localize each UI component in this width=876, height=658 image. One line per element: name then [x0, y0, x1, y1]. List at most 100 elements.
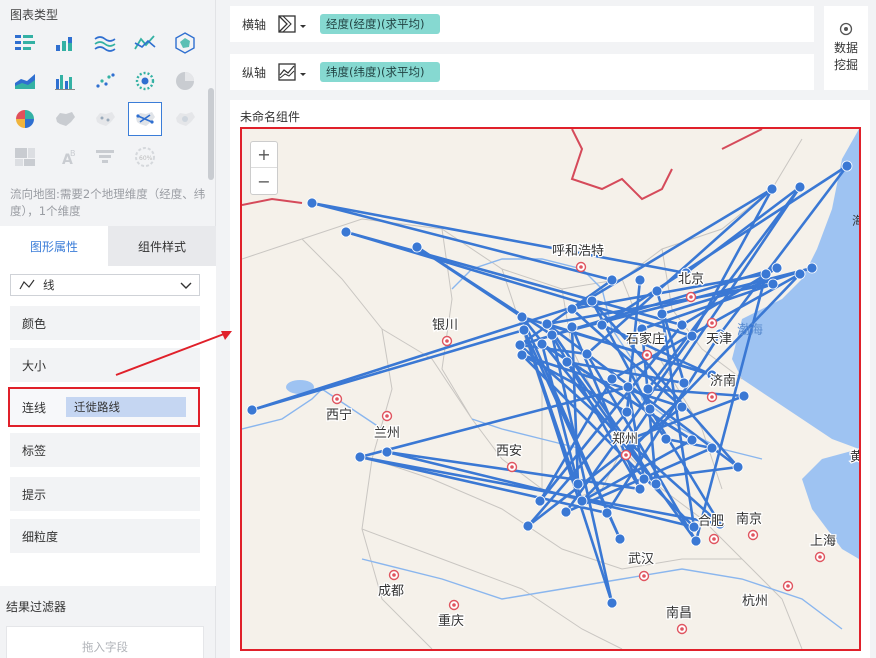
prop-size[interactable]: 大小 [10, 348, 200, 382]
route-point[interactable] [306, 197, 318, 209]
prop-color[interactable]: 颜色 [10, 306, 200, 340]
route-point[interactable] [794, 268, 806, 280]
route-point[interactable] [622, 381, 634, 393]
route-point[interactable] [354, 451, 366, 463]
line-type-select[interactable]: 线 [10, 274, 200, 296]
route-point[interactable] [340, 226, 352, 238]
route-point[interactable] [518, 324, 530, 336]
route-point[interactable] [650, 478, 662, 490]
route-point[interactable] [771, 262, 783, 274]
prop-granularity[interactable]: 细粒度 [10, 519, 200, 553]
route-point[interactable] [794, 181, 806, 193]
y-axis-type-button[interactable] [276, 57, 320, 87]
route-point[interactable] [634, 483, 646, 495]
route-point[interactable] [686, 434, 698, 446]
line-chart-icon[interactable] [128, 26, 162, 60]
route-point[interactable] [522, 520, 534, 532]
route-point[interactable] [606, 597, 618, 609]
route-point[interactable] [601, 507, 613, 519]
flow-map[interactable]: 呼和浩特 北京 天津 石家庄 济南 银川 西宁 兰州 西安 郑州 合肥 南京 上海 武汉 成都 重庆 南昌 杭州 渤… [240, 127, 861, 651]
route-point[interactable] [576, 495, 588, 507]
route-point[interactable] [676, 319, 688, 331]
route-point[interactable] [541, 318, 553, 330]
route-point[interactable] [566, 321, 578, 333]
route-point[interactable] [766, 183, 778, 195]
route-point[interactable] [738, 390, 750, 402]
route-point[interactable] [676, 401, 688, 413]
tab-graphic-properties[interactable]: 图形属性 [0, 226, 108, 266]
route-point[interactable] [686, 330, 698, 342]
route-point[interactable] [690, 535, 702, 547]
route-point[interactable] [546, 329, 558, 341]
route-point[interactable] [566, 303, 578, 315]
route-point[interactable] [642, 383, 654, 395]
donut-icon[interactable] [8, 102, 42, 136]
prop-tooltip[interactable]: 提示 [10, 477, 200, 511]
route-point[interactable] [411, 241, 423, 253]
route-point[interactable] [516, 311, 528, 323]
grouped-table-icon[interactable] [8, 26, 42, 60]
route-point[interactable] [656, 308, 668, 320]
route-point[interactable] [634, 274, 646, 286]
route-point[interactable] [606, 274, 618, 286]
route-point[interactable] [841, 160, 853, 172]
bubble-icon[interactable] [128, 64, 162, 98]
route-point[interactable] [706, 442, 718, 454]
region-map-icon[interactable] [48, 102, 82, 136]
route-point[interactable] [586, 295, 598, 307]
route-point[interactable] [581, 348, 593, 360]
area-chart-icon[interactable] [8, 64, 42, 98]
zoom-in-button[interactable]: + [251, 142, 277, 168]
data-mining-button[interactable]: 数据挖掘 [824, 6, 868, 90]
route-point[interactable] [678, 377, 690, 389]
route-point[interactable] [561, 356, 573, 368]
zoom-out-button[interactable]: − [251, 168, 277, 194]
route-line[interactable] [251, 328, 525, 412]
route-point[interactable] [516, 349, 528, 361]
route-point[interactable] [534, 495, 546, 507]
x-axis-type-button[interactable] [276, 9, 320, 39]
route-point[interactable] [560, 506, 572, 518]
result-filter-dropzone[interactable]: 拖入字段 [6, 626, 204, 658]
prop-connect[interactable]: 连线 迁徙路线 [8, 387, 200, 427]
route-point[interactable] [246, 404, 258, 416]
route-point[interactable] [606, 373, 618, 385]
point-map-icon[interactable] [88, 102, 122, 136]
radar-icon[interactable] [168, 26, 202, 60]
stacked-bar-icon[interactable] [48, 26, 82, 60]
route-point[interactable] [596, 319, 608, 331]
y-axis-field-pill[interactable]: 纬度(纬度)(求平均) [320, 62, 441, 82]
area-line-icon[interactable] [88, 26, 122, 60]
word-cloud-icon[interactable]: AB [48, 140, 82, 174]
pie-icon[interactable] [168, 64, 202, 98]
connect-field-pill[interactable]: 迁徙路线 [66, 397, 187, 417]
flow-map-icon[interactable] [128, 102, 162, 136]
route-point[interactable] [660, 433, 672, 445]
treemap-icon[interactable] [8, 140, 42, 174]
route-point[interactable] [760, 268, 772, 280]
route-point[interactable] [644, 403, 656, 415]
funnel-icon[interactable] [88, 140, 122, 174]
route-point[interactable] [381, 446, 393, 458]
route-point[interactable] [514, 339, 526, 351]
bar-chart-icon[interactable] [48, 64, 82, 98]
prop-label[interactable]: 标签 [10, 433, 200, 467]
gauge-icon[interactable]: 60% [128, 140, 162, 174]
route-point[interactable] [621, 406, 633, 418]
route-point[interactable] [638, 473, 650, 485]
route-point[interactable] [536, 338, 548, 350]
route-point[interactable] [732, 461, 744, 473]
route-point[interactable] [767, 278, 779, 290]
scrollbar[interactable] [208, 88, 214, 180]
route-line[interactable] [311, 201, 613, 282]
x-axis-field-pill[interactable]: 经度(经度)(求平均) [320, 14, 441, 34]
tab-component-style[interactable]: 组件样式 [108, 226, 216, 266]
scatter-icon[interactable] [88, 64, 122, 98]
route-point[interactable] [614, 533, 626, 545]
route-point[interactable] [651, 285, 663, 297]
route-point[interactable] [572, 478, 584, 490]
route-line[interactable] [694, 273, 768, 542]
route-point[interactable] [806, 262, 818, 274]
heat-map-icon[interactable] [168, 102, 202, 136]
city-marker-dot [624, 453, 628, 457]
